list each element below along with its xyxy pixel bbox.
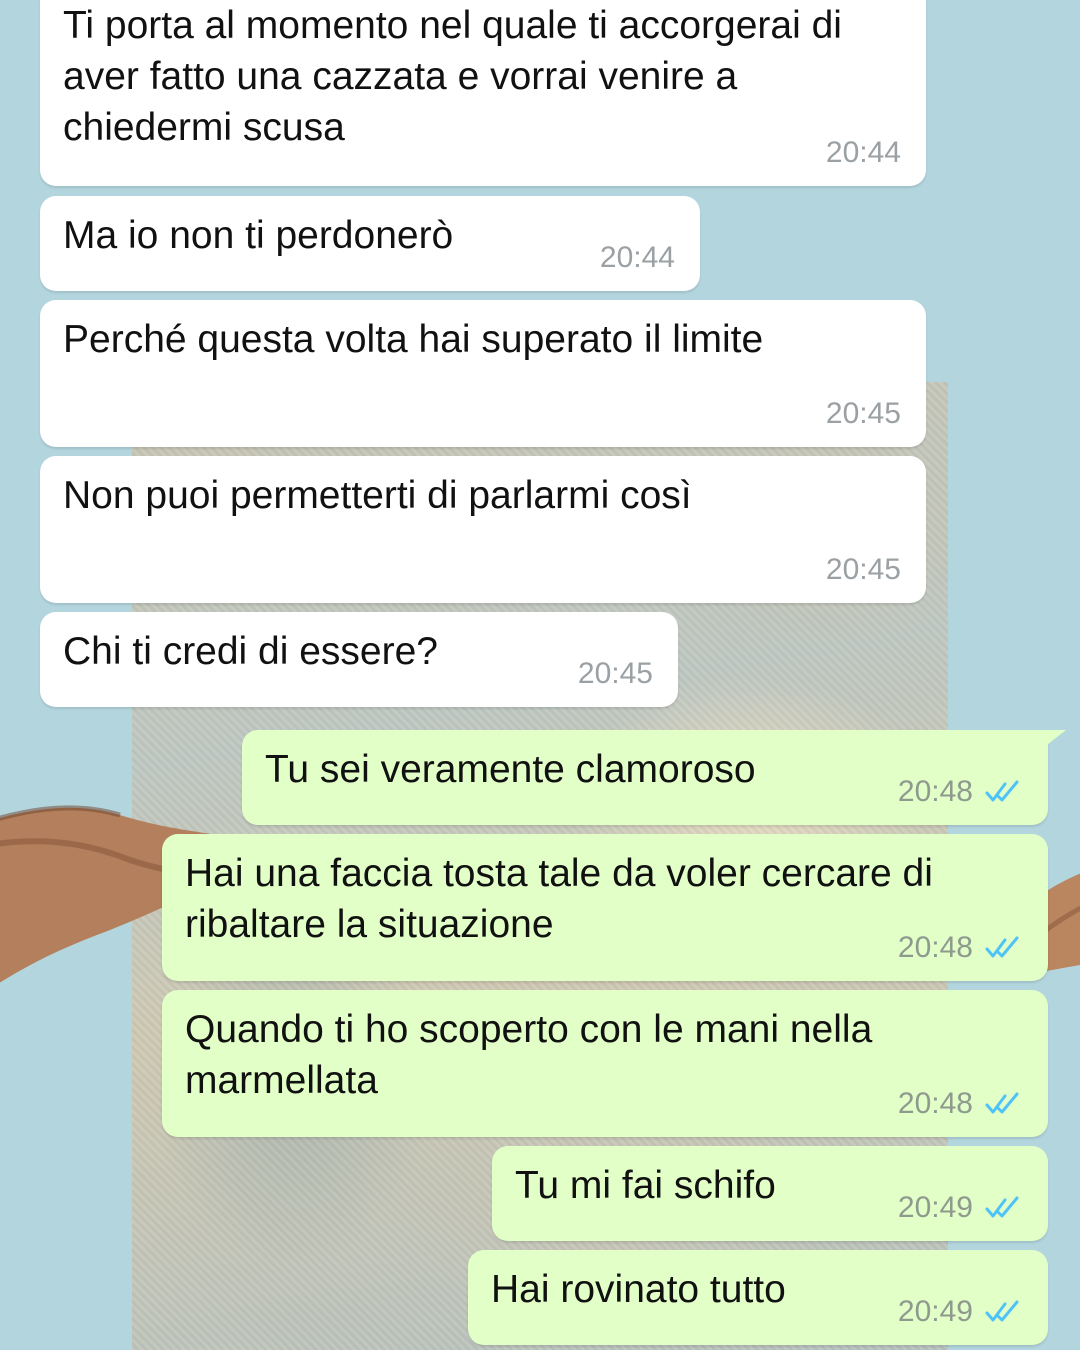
- message-meta: 20:48: [898, 931, 1023, 965]
- message-bubble-incoming[interactable]: Ma io non ti perdonerò 20:44: [40, 196, 700, 291]
- message-bubble-incoming[interactable]: Chi ti credi di essere? 20:45: [40, 612, 678, 707]
- message-meta: 20:49: [898, 1191, 1023, 1225]
- double-check-read-icon: [985, 780, 1019, 802]
- message-meta: 20:44: [826, 136, 901, 170]
- message-text: Perché questa volta hai superato il limi…: [63, 318, 764, 361]
- message-time: 20:49: [897, 1295, 973, 1328]
- message-bubble-incoming[interactable]: Perché questa volta hai superato il limi…: [40, 300, 926, 447]
- message-bubble-outgoing[interactable]: Quando ti ho scoperto con le mani nella …: [162, 990, 1048, 1137]
- message-meta: 20:49: [898, 1295, 1023, 1329]
- message-bubble-incoming[interactable]: Non puoi permetterti di parlarmi così 20…: [40, 456, 926, 603]
- message-meta: 20:44: [600, 241, 675, 275]
- message-time: 20:45: [825, 553, 901, 586]
- message-text: Chi ti credi di essere?: [63, 630, 438, 673]
- message-text: Ma io non ti perdonerò: [63, 214, 454, 257]
- message-time: 20:45: [577, 657, 653, 690]
- message-bubble-outgoing[interactable]: Hai una faccia tosta tale da voler cerca…: [162, 834, 1048, 981]
- message-meta: 20:45: [578, 657, 653, 691]
- message-bubble-outgoing[interactable]: Tu sei veramente clamoroso 20:48: [242, 730, 1066, 825]
- message-bubble-outgoing[interactable]: Tu mi fai schifo 20:49: [492, 1146, 1048, 1241]
- message-time: 20:48: [897, 931, 973, 964]
- bubble-tail-icon: [1038, 730, 1066, 752]
- message-time: 20:44: [599, 241, 675, 274]
- message-time: 20:48: [897, 1087, 973, 1120]
- double-check-read-icon: [985, 936, 1019, 958]
- message-meta: 20:48: [898, 775, 1023, 809]
- double-check-read-icon: [985, 1092, 1019, 1114]
- message-bubble-outgoing[interactable]: Hai rovinato tutto 20:49: [468, 1250, 1048, 1345]
- message-meta: 20:45: [826, 397, 901, 431]
- message-time: 20:45: [825, 397, 901, 430]
- message-text: Non puoi permetterti di parlarmi così: [63, 474, 692, 517]
- message-time: 20:48: [897, 775, 973, 808]
- message-time: 20:44: [825, 136, 901, 169]
- message-meta: 20:48: [898, 1087, 1023, 1121]
- message-bubble-incoming[interactable]: Ti porta al momento nel quale ti accorge…: [40, 0, 926, 186]
- message-meta: 20:45: [826, 553, 901, 587]
- double-check-read-icon: [985, 1300, 1019, 1322]
- double-check-read-icon: [985, 1196, 1019, 1218]
- message-time: 20:49: [897, 1191, 973, 1224]
- message-text: Ti porta al momento nel quale ti accorge…: [63, 4, 842, 149]
